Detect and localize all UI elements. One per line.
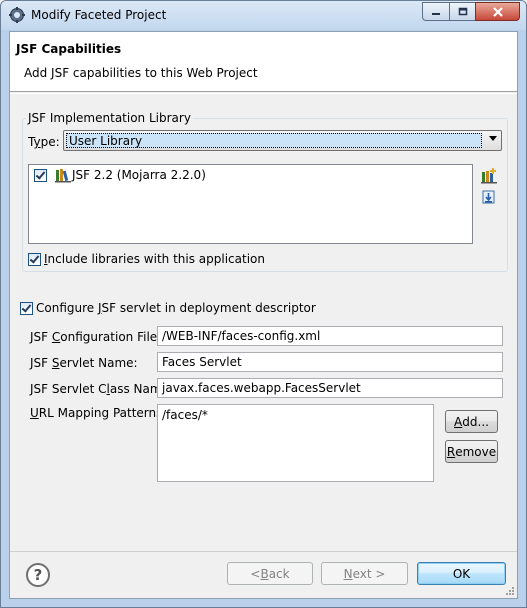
maximize-button[interactable] bbox=[449, 2, 475, 21]
url-mapping-label: URL Mapping Patterns: bbox=[30, 406, 167, 420]
library-name: JSF 2.2 (Mojarra 2.2.0) bbox=[72, 168, 206, 182]
resize-grip-icon[interactable] bbox=[505, 586, 515, 596]
minimize-icon bbox=[432, 12, 440, 15]
title-bar[interactable]: Modify Faceted Project bbox=[1, 1, 526, 30]
page-description: Add JSF capabilities to this Web Project bbox=[24, 66, 258, 80]
list-item[interactable]: /faces/* bbox=[162, 408, 429, 422]
wizard-banner: JSF Capabilities Add JSF capabilities to… bbox=[10, 32, 517, 92]
type-label: Type: bbox=[28, 135, 60, 149]
servlet-name-label: JSF Servlet Name: bbox=[30, 356, 138, 370]
library-type-select[interactable]: User Library bbox=[63, 130, 502, 151]
include-libraries-label: Include libraries with this application bbox=[44, 252, 265, 266]
ok-button[interactable]: OK bbox=[417, 562, 506, 585]
chevron-down-icon bbox=[489, 136, 497, 141]
help-icon[interactable]: ? bbox=[26, 563, 50, 587]
config-file-label: JSF Configuration File: bbox=[30, 330, 162, 344]
remove-pattern-button[interactable]: Remove bbox=[445, 440, 498, 463]
next-button[interactable]: Next > bbox=[321, 562, 408, 585]
add-library-icon[interactable] bbox=[481, 168, 497, 184]
servlet-class-label: JSF Servlet Class Name: bbox=[30, 382, 173, 396]
download-library-icon[interactable] bbox=[481, 189, 497, 205]
banner-divider bbox=[10, 93, 517, 94]
close-icon bbox=[492, 6, 503, 17]
list-item[interactable]: JSF 2.2 (Mojarra 2.2.0) bbox=[29, 165, 472, 185]
servlet-name-field[interactable]: Faces Servlet bbox=[157, 352, 503, 372]
library-checkbox[interactable] bbox=[34, 169, 47, 182]
configure-servlet-checkbox[interactable] bbox=[20, 302, 33, 315]
dialog-window: Modify Faceted Project JSF Capabilities … bbox=[0, 0, 527, 608]
gear-icon bbox=[9, 7, 25, 23]
window-title: Modify Faceted Project bbox=[31, 8, 167, 22]
config-file-field[interactable]: /WEB-INF/faces-config.xml bbox=[157, 326, 503, 346]
include-libraries-checkbox[interactable] bbox=[28, 253, 41, 266]
dialog-client-area: JSF Capabilities Add JSF capabilities to… bbox=[9, 31, 518, 599]
servlet-class-field[interactable]: javax.faces.webapp.FacesServlet bbox=[157, 378, 503, 398]
implementation-library-group-label: JSF Implementation Library bbox=[26, 111, 193, 125]
library-type-value: User Library bbox=[69, 134, 143, 148]
footer-divider bbox=[10, 551, 517, 552]
maximize-icon bbox=[458, 7, 467, 15]
url-mapping-list[interactable]: /faces/* bbox=[157, 404, 434, 482]
library-list[interactable]: JSF 2.2 (Mojarra 2.2.0) bbox=[28, 164, 473, 244]
configure-servlet-label: Configure JSF servlet in deployment desc… bbox=[36, 301, 316, 315]
add-pattern-button[interactable]: Add... bbox=[445, 410, 498, 433]
close-button[interactable] bbox=[475, 2, 520, 21]
library-icon bbox=[55, 169, 71, 183]
page-title: JSF Capabilities bbox=[16, 42, 122, 56]
back-button[interactable]: < Back bbox=[227, 562, 313, 585]
minimize-button[interactable] bbox=[422, 2, 449, 21]
